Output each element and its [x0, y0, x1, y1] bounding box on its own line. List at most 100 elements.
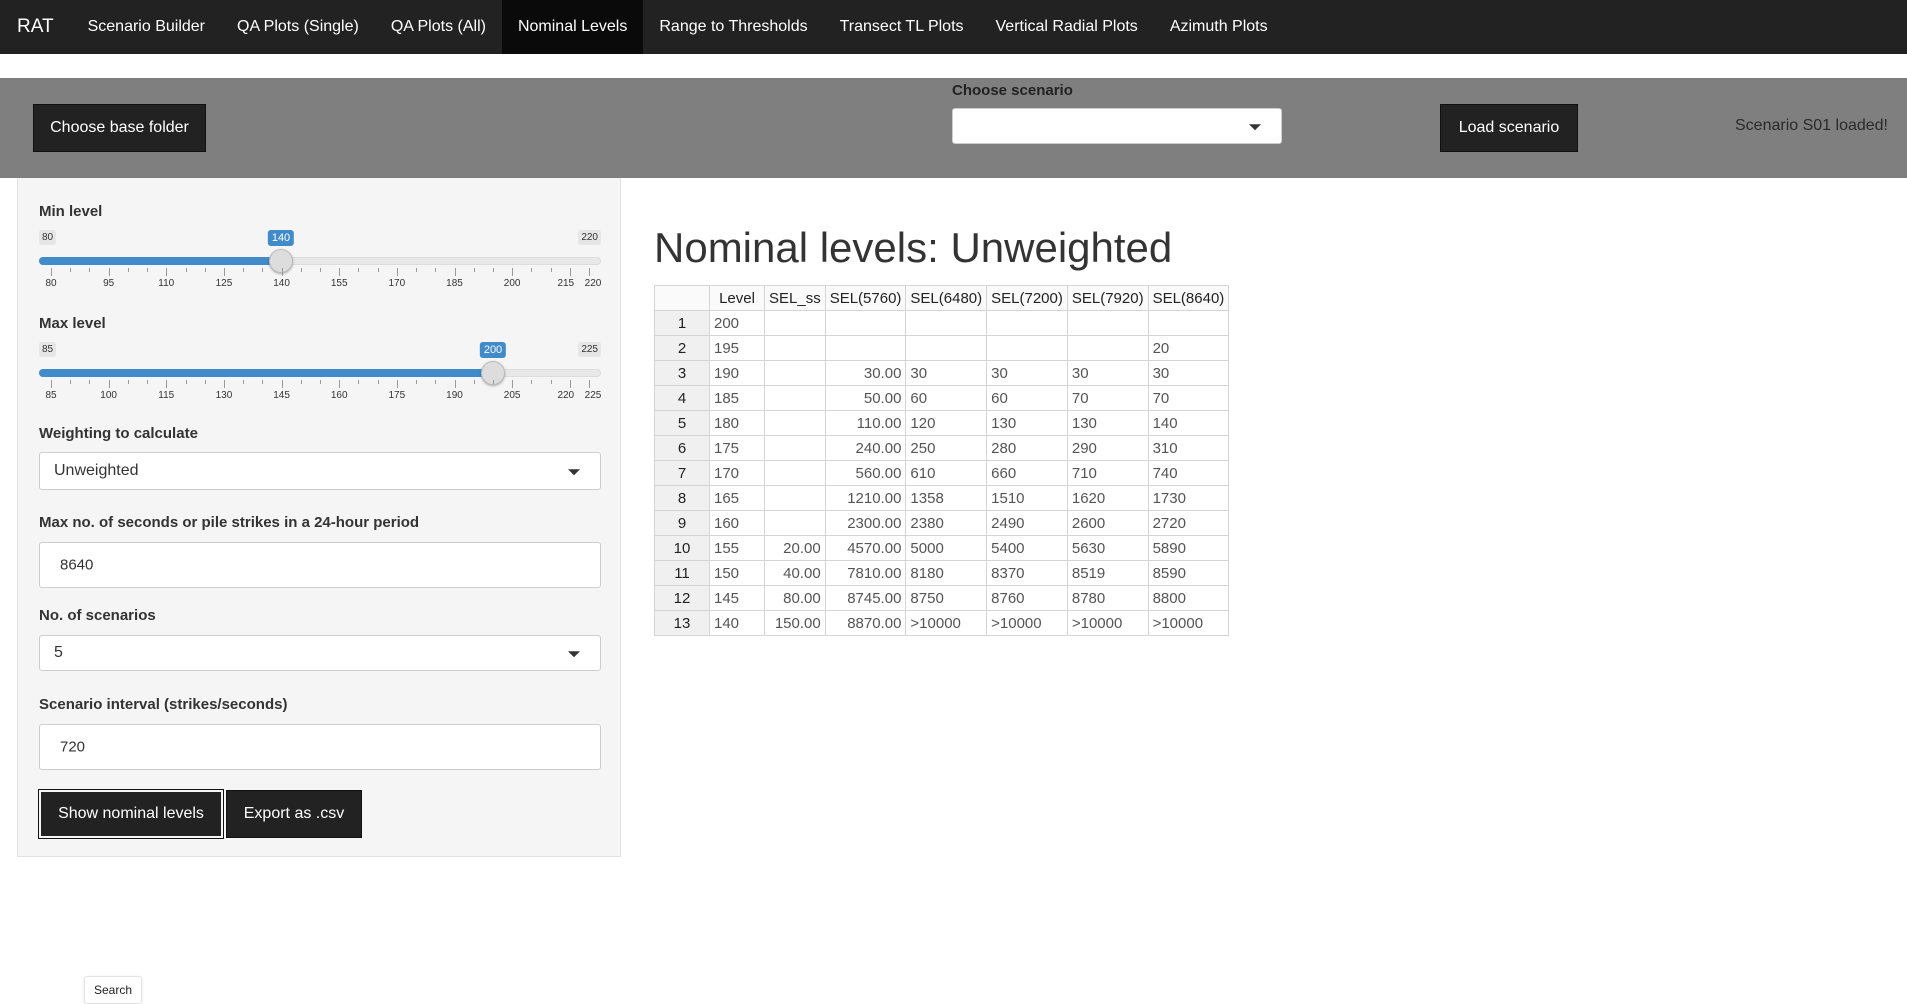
row-number-cell: 3 [654, 360, 710, 386]
load-scenario-button[interactable]: Load scenario [1440, 104, 1578, 152]
table-cell: 2490 [986, 510, 1068, 536]
slider-major-tick [166, 380, 168, 388]
max-level-label: Max level [39, 315, 106, 332]
table-cell [905, 310, 988, 336]
table-header-cell[interactable]: Level [709, 285, 765, 311]
slider-max-label: 220 [578, 230, 601, 245]
brand-logo[interactable]: RAT [0, 0, 72, 54]
slider-major-tick [512, 380, 514, 388]
slider-tick-label: 160 [330, 390, 348, 401]
max-seconds-input[interactable]: 8640 [39, 542, 601, 588]
table-cell: 165 [709, 485, 765, 511]
tab-qa-plots-single[interactable]: QA Plots (Single) [221, 0, 375, 54]
slider-minor-tick [185, 380, 187, 384]
slider-tick-label: 130 [215, 390, 233, 401]
tab-scenario-builder[interactable]: Scenario Builder [72, 0, 221, 54]
table-cell: 50.00 [824, 385, 907, 411]
table-cell: 8780 [1066, 585, 1149, 611]
table-header-row: Level SEL_ss SEL(5760) SEL(6480) SEL(7200) SE… [654, 285, 1230, 311]
table-cell [986, 310, 1068, 336]
slider-minor-tick [70, 380, 72, 384]
table-cell: 660 [986, 460, 1068, 486]
table-cell: 40.00 [764, 560, 826, 586]
weighting-label: Weighting to calculate [39, 425, 198, 442]
table-row: 10 155 20.00 4570.00 5000 5400 5630 5890 [654, 535, 1230, 561]
slider-minor-tick [89, 268, 91, 272]
table-header-cell[interactable]: SEL(7200) [986, 285, 1068, 311]
tab-azimuth-plots[interactable]: Azimuth Plots [1154, 0, 1284, 54]
table-cell: 8750 [905, 585, 988, 611]
tab-qa-plots-all[interactable]: QA Plots (All) [375, 0, 502, 54]
sidebar-panel: Min level 80 220 140 80 95 110 125 140 155 170… [17, 178, 621, 857]
table-cell: >10000 [986, 610, 1068, 636]
slider-minor-tick [550, 268, 552, 272]
min-level-slider[interactable]: 80 220 140 80 95 110 125 140 155 170 185 200 215 2… [39, 230, 601, 290]
table-cell: 175 [709, 435, 765, 461]
table-cell [764, 360, 826, 386]
table-cell: 290 [1066, 435, 1149, 461]
table-row: 1 200 [654, 310, 1230, 336]
tab-nominal-levels[interactable]: Nominal Levels [501, 0, 644, 54]
row-number-cell: 1 [654, 310, 710, 336]
table-header-cell[interactable] [654, 285, 710, 311]
table-header-cell[interactable]: SEL_ss [764, 285, 826, 311]
table-header-cell[interactable]: SEL(7920) [1066, 285, 1149, 311]
table-cell [824, 310, 907, 336]
table-cell: >10000 [905, 610, 988, 636]
slider-max-label: 225 [578, 342, 601, 357]
export-csv-button[interactable]: Export as .csv [226, 790, 362, 838]
slider-tick-label: 125 [215, 278, 233, 289]
slider-minor-tick [147, 380, 149, 384]
table-cell: 8800 [1147, 585, 1230, 611]
slider-tick-label: 170 [388, 278, 406, 289]
tab-transect-tl-plots[interactable]: Transect TL Plots [824, 0, 980, 54]
slider-minor-tick [492, 268, 494, 272]
slider-min-label: 85 [39, 342, 57, 357]
table-header-cell[interactable]: SEL(5760) [824, 285, 907, 311]
slider-tick-label: 115 [158, 390, 175, 401]
slider-minor-tick [377, 380, 379, 384]
slider-major-tick [569, 268, 571, 276]
slider-major-tick [108, 268, 110, 276]
table-cell: 185 [709, 385, 765, 411]
table-cell [986, 335, 1068, 361]
slider-major-tick [339, 268, 341, 276]
table-header-cell[interactable]: SEL(8640) [1147, 285, 1230, 311]
slider-major-tick [396, 268, 398, 276]
tab-range-to-thresholds[interactable]: Range to Thresholds [643, 0, 823, 54]
slider-min-label: 80 [39, 230, 57, 245]
slider-major-tick [569, 380, 571, 388]
table-cell: 1510 [986, 485, 1068, 511]
choose-base-folder-button[interactable]: Choose base folder [33, 104, 206, 152]
max-level-slider[interactable]: 85 225 200 85 100 115 130 145 160 175 190 205 220… [39, 342, 601, 402]
slider-minor-tick [377, 268, 379, 272]
slider-major-tick [339, 380, 341, 388]
table-row: 4 185 50.00 60 60 70 70 [654, 385, 1230, 411]
slider-tick-label: 200 [503, 278, 521, 289]
table-cell: 5400 [986, 535, 1068, 561]
table-cell: 30.00 [824, 360, 907, 386]
table-cell: 160 [709, 510, 765, 536]
interval-input[interactable]: 720 [39, 724, 601, 770]
max-seconds-label: Max no. of seconds or pile strikes in a … [39, 514, 420, 531]
num-scenarios-select[interactable]: 5 [39, 635, 601, 671]
table-cell: 145 [709, 585, 765, 611]
slider-minor-tick [89, 380, 91, 384]
weighting-select[interactable]: Unweighted [39, 452, 601, 490]
slider-minor-tick [435, 380, 437, 384]
table-header-cell[interactable]: SEL(6480) [905, 285, 988, 311]
table-cell [764, 335, 826, 361]
slider-tick-label: 205 [503, 390, 521, 401]
slider-minor-tick [127, 268, 129, 272]
table-cell: 60 [905, 385, 988, 411]
slider-tick-label: 190 [446, 390, 463, 401]
slider-major-tick [589, 268, 590, 276]
search-tooltip: Search [84, 976, 143, 1004]
scenario-select[interactable] [952, 108, 1282, 144]
nominal-levels-table: Level SEL_ss SEL(5760) SEL(6480) SEL(7200) SE… [654, 285, 1230, 636]
slider-tick-label: 80 [45, 278, 57, 289]
tab-vertical-radial-plots[interactable]: Vertical Radial Plots [980, 0, 1154, 54]
show-nominal-levels-button[interactable]: Show nominal levels [38, 789, 224, 839]
slider-tick-label: 215 [557, 278, 575, 289]
max-seconds-value: 8640 [60, 556, 94, 574]
